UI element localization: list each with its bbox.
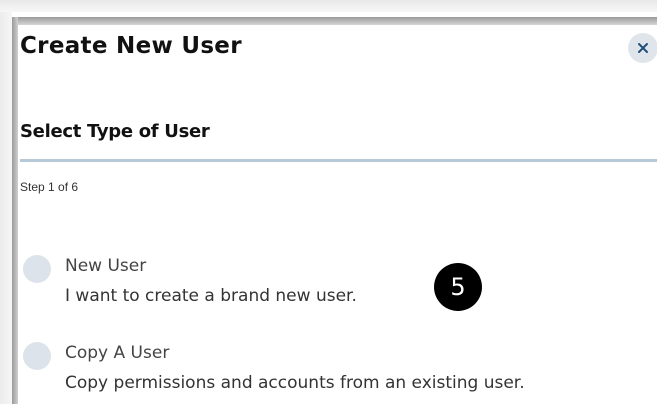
step-indicator: Step 1 of 6 [20, 180, 79, 194]
screen: Create New User Select Type of User Step… [0, 0, 657, 404]
dialog-title: Create New User [20, 33, 242, 59]
radio-copy-user[interactable] [23, 342, 51, 370]
option-description: Copy permissions and accounts from an ex… [65, 373, 525, 393]
section-divider [20, 159, 657, 162]
step-marker-badge: 5 [434, 263, 482, 311]
radio-new-user[interactable] [23, 255, 51, 283]
option-new-user[interactable]: New User I want to create a brand new us… [18, 253, 638, 313]
window-frame-left [0, 12, 12, 404]
option-label: Copy A User [65, 343, 170, 363]
close-icon [638, 43, 648, 53]
option-description: I want to create a brand new user. [65, 286, 357, 306]
window-frame-top [0, 0, 657, 12]
close-button[interactable] [628, 33, 657, 63]
window-frame-top-border [12, 17, 657, 25]
option-copy-user[interactable]: Copy A User Copy permissions and account… [18, 340, 638, 404]
option-label: New User [65, 256, 147, 276]
create-user-dialog: Create New User Select Type of User Step… [18, 25, 657, 404]
section-title: Select Type of User [20, 121, 210, 142]
